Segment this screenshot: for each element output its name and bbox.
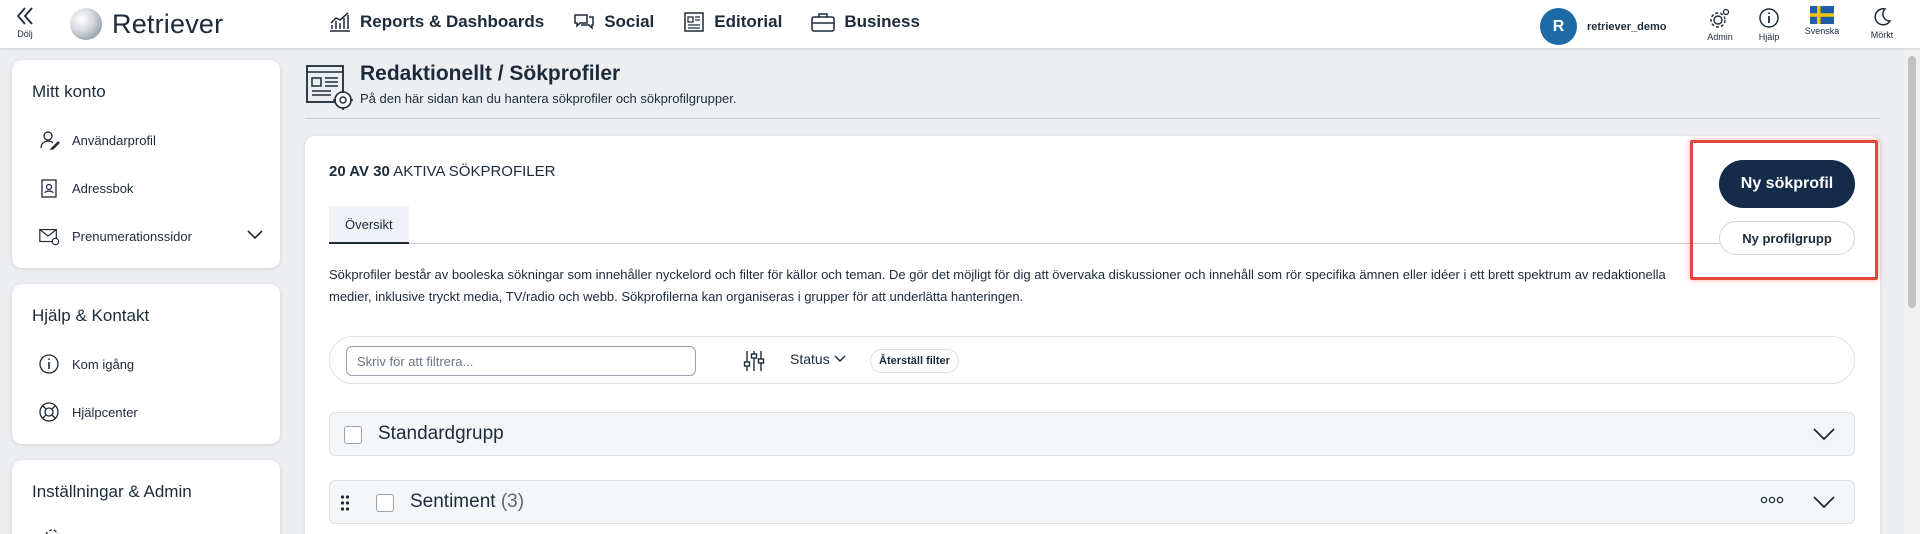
- nav-business[interactable]: Business: [810, 11, 920, 33]
- chart-icon: [330, 12, 350, 32]
- sidebar-settings-title: Inställningar & Admin: [32, 482, 192, 501]
- avatar: R: [1540, 8, 1577, 45]
- info-icon: [1759, 8, 1779, 28]
- page-scrollbar[interactable]: [1904, 48, 1920, 534]
- hide-label: Dölj: [17, 29, 33, 39]
- mail-icon: [38, 225, 60, 247]
- group-name-text: Standardgrupp: [378, 423, 504, 444]
- reset-filter-button[interactable]: Återställ filter: [870, 349, 959, 373]
- lifebuoy-icon: [38, 401, 60, 423]
- theme-toggle[interactable]: Mörkt: [1866, 6, 1898, 40]
- tab-bar: Översikt: [329, 206, 1855, 244]
- chat-icon: [574, 14, 594, 30]
- chevron-down-icon[interactable]: [246, 228, 264, 240]
- sidebar-item-label: Kom igång: [72, 356, 135, 372]
- tab-overview[interactable]: Översikt: [329, 206, 409, 244]
- user-menu[interactable]: R retriever_demo: [1540, 8, 1667, 45]
- sidebar-account-title: Mitt konto: [32, 82, 106, 101]
- nav-reports-dashboards[interactable]: Reports & Dashboards: [328, 11, 544, 33]
- count-label: AKTIVA SÖKPROFILER: [389, 163, 556, 180]
- scrollbar-thumb[interactable]: [1908, 56, 1916, 308]
- admin-button[interactable]: Admin: [1702, 6, 1738, 42]
- moon-icon: [1874, 8, 1892, 26]
- logo-mark: [70, 8, 102, 40]
- group-name-text: Sentiment: [410, 491, 496, 512]
- search-profiles-panel: 20 AV 30 AKTIVA SÖKPROFILER Översikt Sök…: [305, 136, 1880, 534]
- new-profile-group-button[interactable]: Ny profilgrupp: [1719, 221, 1855, 255]
- retriever-logo[interactable]: Retriever: [70, 8, 223, 40]
- chevron-down-icon[interactable]: [1812, 426, 1836, 442]
- gear-icon: [45, 529, 59, 534]
- group-name: Sentiment (3): [410, 491, 524, 513]
- sidebar-item-label: Användarprofil: [72, 132, 156, 148]
- sidebar-item-label: Hjälpcenter: [72, 404, 138, 420]
- sidebar-settings-card: Inställningar & Admin: [12, 460, 280, 534]
- nav-editorial[interactable]: Editorial: [682, 11, 782, 33]
- sidebar-item-help-center[interactable]: Hjälpcenter: [12, 388, 280, 436]
- theme-label: Mörkt: [1870, 30, 1894, 40]
- drag-handle-icon[interactable]: [340, 494, 350, 512]
- group-row-sentiment[interactable]: Sentiment (3): [329, 480, 1855, 524]
- sidebar-item-subscriptions[interactable]: Prenumerationssidor: [12, 212, 280, 260]
- page-title: Redaktionellt / Sökprofiler: [360, 62, 621, 85]
- nav-label: Editorial: [714, 12, 783, 31]
- group-count: (3): [500, 491, 525, 512]
- chevron-down-icon[interactable]: [1812, 494, 1836, 510]
- group-row-standardgrupp[interactable]: Standardgrupp: [329, 412, 1855, 456]
- sidebar-item-getting-started[interactable]: Kom igång: [12, 340, 280, 388]
- admin-label: Admin: [1707, 32, 1733, 42]
- double-chevron-left-icon: [16, 7, 33, 25]
- chevron-down-icon: [834, 355, 846, 362]
- active-profiles-count: 20 AV 30 AKTIVA SÖKPROFILER: [329, 163, 555, 180]
- hide-sidebar-button[interactable]: Dölj: [12, 5, 38, 39]
- help-button[interactable]: Hjälp: [1754, 6, 1784, 42]
- search-profile-settings-icon: [306, 65, 353, 110]
- filter-bar: Status Återställ filter: [329, 336, 1855, 384]
- language-button[interactable]: Svenska: [1800, 6, 1844, 36]
- briefcase-icon: [811, 13, 836, 32]
- group-name: Standardgrupp: [378, 423, 504, 445]
- nav-social[interactable]: Social: [572, 11, 654, 33]
- nav-label: Business: [844, 12, 920, 31]
- user-icon: [38, 129, 60, 151]
- sidebar-item-user-profile[interactable]: Användarprofil: [12, 116, 280, 164]
- swedish-flag-icon: [1810, 6, 1834, 24]
- info-icon: [38, 353, 60, 375]
- group-checkbox[interactable]: [376, 494, 394, 512]
- language-label: Svenska: [1804, 26, 1840, 36]
- sidebar-help-card: Hjälp & Kontakt Kom igång Hjälpcenter: [12, 284, 280, 444]
- sliders-icon[interactable]: [742, 349, 766, 373]
- new-search-profile-button[interactable]: Ny sökprofil: [1719, 160, 1855, 208]
- count-value: 20 AV 30: [329, 163, 390, 180]
- sidebar-item-label: Adressbok: [72, 180, 134, 196]
- nav-label: Reports & Dashboards: [360, 12, 545, 31]
- sidebar-account-card: Mitt konto Användarprofil Adressbok Pren…: [12, 60, 280, 268]
- address-book-icon: [38, 177, 60, 199]
- sidebar-help-title: Hjälp & Kontakt: [32, 306, 150, 325]
- sidebar-item-label: Prenumerationssidor: [72, 228, 192, 244]
- description-text: Sökprofiler består av booleska sökningar…: [329, 267, 1666, 304]
- more-options-icon[interactable]: [1760, 495, 1784, 505]
- filter-input[interactable]: [346, 346, 696, 376]
- nav-label: Social: [604, 12, 655, 31]
- newspaper-icon: [684, 12, 705, 32]
- gear-icon: [1710, 8, 1730, 28]
- header-divider: [305, 118, 1880, 119]
- logo-text: Retriever: [112, 8, 224, 39]
- status-label: Status: [790, 351, 830, 367]
- help-label: Hjälp: [1758, 32, 1780, 42]
- user-name: retriever_demo: [1587, 20, 1667, 33]
- main-nav: Reports & Dashboards Social Editorial Bu…: [328, 11, 920, 33]
- status-dropdown[interactable]: Status: [790, 351, 846, 367]
- group-checkbox[interactable]: [344, 426, 362, 444]
- top-bar: Dölj Retriever Reports & Dashboards Soci…: [0, 0, 1920, 48]
- sidebar-item-address-book[interactable]: Adressbok: [12, 164, 280, 212]
- page-subtitle: På den här sidan kan du hantera sökprofi…: [360, 91, 737, 106]
